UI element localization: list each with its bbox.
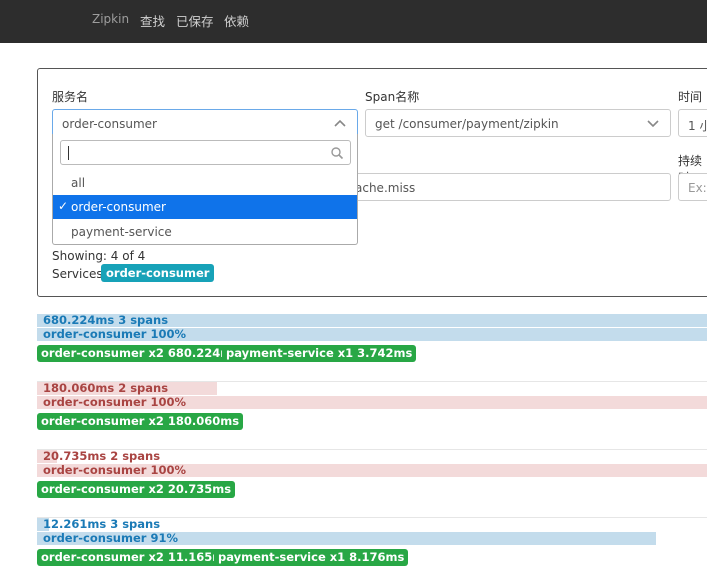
check-icon: ✓ [58,199,69,213]
nav-saved[interactable]: 已保存 [176,11,214,30]
time-select[interactable]: 1 小 [678,109,707,137]
service-tag: order-consumer x2 180.060ms [37,413,244,430]
nav-find[interactable]: 查找 [140,11,165,30]
trace-service-bar: order-consumer 91% [37,531,656,545]
trace-service-percent: order-consumer 100% [43,463,186,477]
trace-service-bar: order-consumer 100% [37,463,707,477]
trace-duration-bar: 12.261ms 3 spans [37,517,160,531]
top-navbar: Zipkin 查找 已保存 依赖 [0,0,707,43]
service-name-select[interactable]: order-consumer [52,109,358,137]
service-tag: order-consumer x2 20.735ms [37,481,236,498]
trace-summary: 180.060ms 2 spans [43,381,169,395]
span-name-select[interactable]: get /consumer/payment/zipkin [365,109,671,137]
service-tag: payment-service x1 3.742ms [222,345,417,362]
chevron-up-icon [334,119,346,127]
trace-duration-bar: 180.060ms 2 spans [37,381,218,395]
dropdown-option-label: order-consumer [71,200,166,214]
service-tag: payment-service x1 8.176ms [214,549,409,566]
span-name-label: Span名称 [365,90,420,104]
chevron-down-icon [647,120,659,128]
trace-service-percent: order-consumer 100% [43,327,186,341]
nav-dependencies[interactable]: 依赖 [224,11,249,30]
service-tag: order-consumer x2 680.224ms [37,345,244,362]
service-name-label: 服务名 [52,90,89,104]
brand-logo[interactable]: Zipkin [92,12,129,26]
trace-duration-bar: 680.224ms 3 spans [37,313,707,327]
dropdown-option-all[interactable]: all [53,171,357,195]
service-name-value: order-consumer [62,117,157,131]
trace-row[interactable]: 20.735ms 2 spans order-consumer 100% ord… [37,449,707,518]
trace-summary: 20.735ms 2 spans [43,449,161,463]
trace-summary: 680.224ms 3 spans [43,313,169,327]
trace-service-bar: order-consumer 100% [37,327,707,341]
dropdown-option-label: payment-service [71,225,172,239]
trace-row[interactable]: 12.261ms 3 spans order-consumer 91% orde… [37,517,707,583]
trace-summary: 12.261ms 3 spans [43,517,161,531]
search-icon [331,147,344,160]
trace-duration-bar: 20.735ms 2 spans [37,449,160,463]
service-dropdown: all ✓ order-consumer payment-service [52,134,358,245]
duration-placeholder: Ex: 1 [688,181,707,195]
dropdown-search-input[interactable] [60,140,351,165]
dropdown-option-order-consumer[interactable]: ✓ order-consumer [53,195,357,219]
services-label: Services: [52,267,107,281]
annotation-query-input[interactable]: ache.miss [345,173,671,201]
service-filter-badge[interactable]: order-consumer [101,264,215,282]
trace-row[interactable]: 680.224ms 3 spans order-consumer 100% or… [37,313,707,382]
duration-input[interactable]: Ex: 1 [678,173,707,201]
time-label: 时间 [678,90,703,104]
trace-service-percent: order-consumer 100% [43,395,186,409]
text-caret [68,146,69,160]
dropdown-option-payment-service[interactable]: payment-service [53,220,357,244]
showing-count: Showing: 4 of 4 [52,249,146,263]
dropdown-option-label: all [71,176,86,190]
trace-service-percent: order-consumer 91% [43,531,178,545]
trace-service-bar: order-consumer 100% [37,395,707,409]
annotation-query-value: ache.miss [355,181,416,195]
time-value: 1 小 [688,119,707,133]
service-tag: order-consumer x2 11.165ms [37,549,236,566]
span-name-value: get /consumer/payment/zipkin [375,117,559,131]
trace-row[interactable]: 180.060ms 2 spans order-consumer 100% or… [37,381,707,450]
